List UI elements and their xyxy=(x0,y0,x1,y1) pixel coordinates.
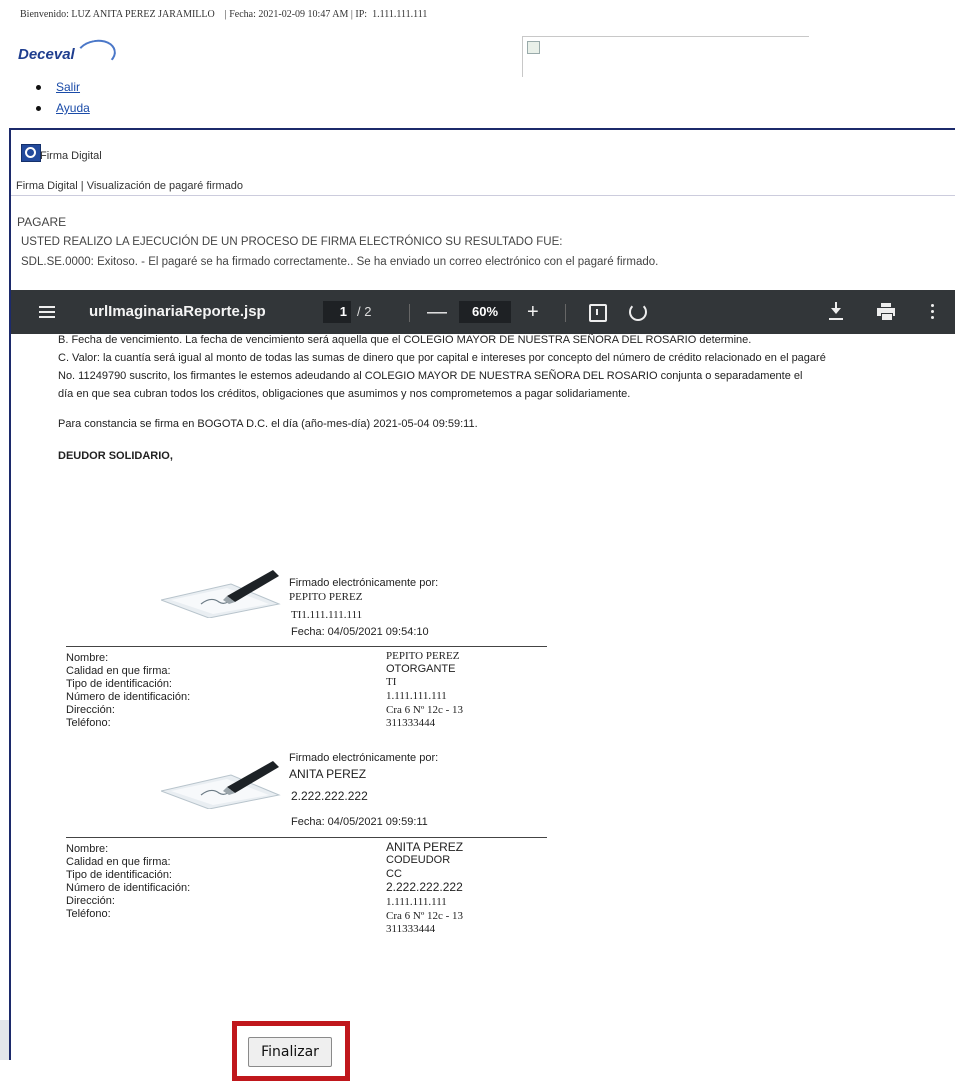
field-value: CODEUDOR xyxy=(386,854,451,866)
toolbar-separator xyxy=(565,304,566,322)
doc-constancia: Para constancia se firma en BOGOTA D.C. … xyxy=(58,418,478,430)
field-label: Dirección: xyxy=(66,704,115,716)
field-value: Cra 6 Nº 12c - 13 xyxy=(386,704,464,716)
signed-by-label: Firmado electrónicamente por: xyxy=(289,577,439,589)
result-message: SDL.SE.0000: Exitoso. - El pagaré se ha … xyxy=(21,256,659,268)
result-message-heading: USTED REALIZO LA EJECUCIÓN DE UN PROCESO… xyxy=(21,236,563,248)
pdf-file-name: urlImaginariaReporte.jsp xyxy=(89,303,266,320)
signer-name: ANITA PEREZ xyxy=(289,767,367,781)
field-label: Calidad en que firma: xyxy=(66,665,171,677)
signature-date: Fecha: 04/05/2021 09:54:10 xyxy=(291,626,429,638)
salir-link[interactable]: Salir xyxy=(56,80,80,94)
field-label: Nombre: xyxy=(66,652,109,664)
signer-id: TI1.111.111.111 xyxy=(291,609,363,621)
field-value: 1.111.111.111 xyxy=(386,896,447,908)
field-label: Tipo de identificación: xyxy=(66,678,172,690)
zoom-input[interactable]: 60% xyxy=(459,301,511,323)
field-value: TI xyxy=(386,676,397,688)
zoom-out-button[interactable]: — xyxy=(427,290,447,334)
signature-pen-icon xyxy=(161,761,281,809)
signed-by-label: Firmado electrónicamente por: xyxy=(289,752,439,764)
doc-line-c1: C. Valor: la cuantía será igual al monto… xyxy=(58,352,826,364)
field-label: Calidad en que firma: xyxy=(66,856,171,868)
divider xyxy=(11,195,955,196)
rotate-icon[interactable] xyxy=(629,303,647,321)
logo-text: Deceval xyxy=(18,46,75,63)
breadcrumb: Firma Digital | Visualización de pagaré … xyxy=(16,180,244,192)
doc-line-c3: día en que sea cubran todos los créditos… xyxy=(58,388,631,400)
signer-name: PEPITO PEREZ xyxy=(289,591,363,603)
field-value: ANITA PEREZ xyxy=(386,840,464,854)
signature-divider xyxy=(66,837,547,838)
field-value: PEPITO PEREZ xyxy=(386,650,460,662)
page-shade xyxy=(0,1020,9,1060)
field-label: Dirección: xyxy=(66,895,115,907)
deceval-logo: Deceval xyxy=(18,36,119,72)
fit-page-icon[interactable] xyxy=(589,304,607,322)
search-icon xyxy=(21,144,41,162)
broken-image xyxy=(522,36,809,77)
menu-icon[interactable] xyxy=(39,290,57,334)
ayuda-link[interactable]: Ayuda xyxy=(56,101,90,115)
broken-image-icon xyxy=(527,41,540,54)
field-label: Teléfono: xyxy=(66,717,111,729)
field-label: Nombre: xyxy=(66,843,109,855)
field-value: OTORGANTE xyxy=(386,663,456,675)
signature-pen-icon xyxy=(161,570,281,618)
doc-line-c2: No. 11249790 suscrito, los firmantes le … xyxy=(58,370,803,382)
download-icon[interactable] xyxy=(829,302,843,322)
welcome-bar: Bienvenido: LUZ ANITA PEREZ JARAMILLO | … xyxy=(20,9,428,20)
logo-swoosh-icon xyxy=(73,36,119,72)
field-label: Teléfono: xyxy=(66,908,111,920)
doc-line-b: B. Fecha de vencimiento. La fecha de ven… xyxy=(58,334,752,346)
finish-button[interactable]: Finalizar xyxy=(248,1037,332,1067)
toolbar-separator xyxy=(409,304,410,322)
field-value: CC xyxy=(386,868,402,880)
field-label: Tipo de identificación: xyxy=(66,869,172,881)
firma-digital-panel: Firma Digital Firma Digital | Visualizac… xyxy=(9,128,955,1062)
field-value: 311333444 xyxy=(386,717,436,729)
section-title: PAGARE xyxy=(17,215,67,229)
zoom-in-button[interactable]: + xyxy=(527,290,539,334)
field-label: Número de identificación: xyxy=(66,691,191,703)
more-options-icon[interactable] xyxy=(931,304,935,320)
panel-title: Firma Digital xyxy=(40,150,102,162)
field-value: 311333444 xyxy=(386,923,436,935)
signer-id: 2.222.222.222 xyxy=(291,789,368,803)
signature-divider xyxy=(66,646,547,647)
field-label: Número de identificación: xyxy=(66,882,191,894)
doc-deudor: DEUDOR SOLIDARIO, xyxy=(58,450,173,462)
signature-date: Fecha: 04/05/2021 09:59:11 xyxy=(291,816,428,828)
print-icon[interactable] xyxy=(877,303,895,321)
page-number-input[interactable]: 1 xyxy=(323,301,351,323)
page-total: / 2 xyxy=(357,304,372,319)
field-value: 1.111.111.111 xyxy=(386,690,447,702)
field-value: 2.222.222.222 xyxy=(386,880,463,894)
pdf-document: B. Fecha de vencimiento. La fecha de ven… xyxy=(11,334,955,1062)
pdf-toolbar: urlImaginariaReporte.jsp 1 / 2 — 60% + xyxy=(11,290,955,334)
field-value: Cra 6 Nº 12c - 13 xyxy=(386,910,464,922)
